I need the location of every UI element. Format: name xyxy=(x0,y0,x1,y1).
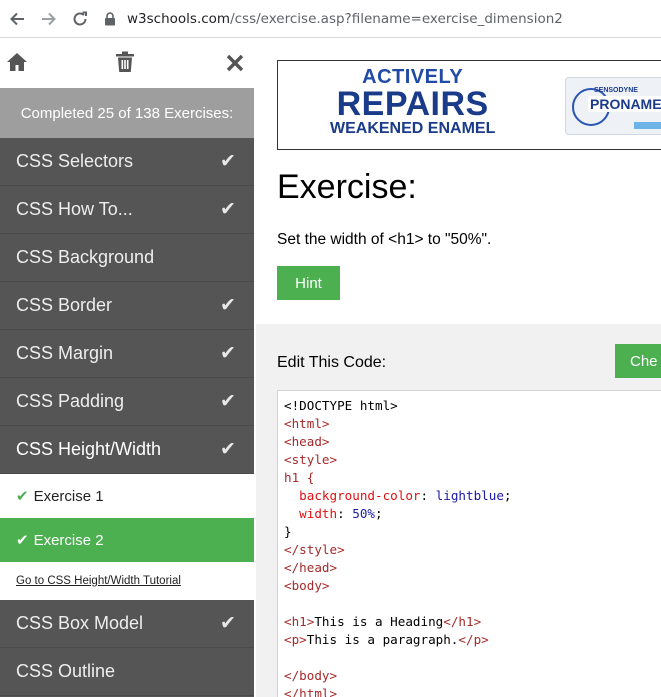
ad-brand: SENSODYNE xyxy=(594,87,638,94)
code-section: Edit This Code: Che <!DOCTYPE html> <html… xyxy=(256,324,661,697)
ad-product-tag xyxy=(634,122,661,129)
checkmark-icon: ✔ xyxy=(16,488,29,505)
checkmark-icon: ✔ xyxy=(220,343,236,364)
exercise-sidebar: Completed 25 of 138 Exercises: CSS Selec… xyxy=(0,38,254,697)
sub-item-exercise-1[interactable]: ✔ Exercise 1 xyxy=(0,474,254,518)
reload-icon[interactable] xyxy=(68,7,92,31)
advertisement-banner[interactable]: ACTIVELY REPAIRS WEAKENED ENAMEL SENSODY… xyxy=(277,60,661,150)
menu-item-css-background[interactable]: CSS Background xyxy=(0,234,254,282)
checkmark-icon: ✔ xyxy=(220,295,236,316)
completion-status: Completed 25 of 138 Exercises: xyxy=(0,88,254,138)
ad-line-1: ACTIVELY xyxy=(362,66,464,88)
edit-code-label: Edit This Code: xyxy=(277,354,387,371)
main-content: ACTIVELY REPAIRS WEAKENED ENAMEL SENSODY… xyxy=(256,38,661,697)
code-line: </head> xyxy=(284,560,338,575)
menu-item-label: CSS Selectors xyxy=(16,151,134,171)
sub-item-label: Exercise 2 xyxy=(33,531,104,549)
code-line: </style> xyxy=(284,542,345,557)
checkmark-icon: ✔ xyxy=(220,199,236,220)
hint-button[interactable]: Hint xyxy=(277,266,340,300)
page-title: Exercise: xyxy=(277,168,417,206)
sidebar-toolbar xyxy=(0,38,254,88)
home-icon[interactable] xyxy=(6,51,28,77)
code-line: <body> xyxy=(284,578,330,593)
menu-item-css-how-to[interactable]: CSS How To... ✔ xyxy=(0,186,254,234)
browser-toolbar: w3schools.com/css/exercise.asp?filename=… xyxy=(0,0,661,38)
code-line: width: 50%; xyxy=(299,506,383,521)
menu-item-css-height-width[interactable]: CSS Height/Width ✔ xyxy=(0,426,254,474)
code-line: </body> xyxy=(284,668,338,683)
menu-item-label: CSS Box Model xyxy=(16,613,144,633)
menu-item-css-padding[interactable]: CSS Padding ✔ xyxy=(0,378,254,426)
close-icon[interactable] xyxy=(225,51,245,77)
code-line: h1 { xyxy=(284,470,315,485)
trash-icon[interactable] xyxy=(115,51,135,77)
menu-item-label: CSS Padding xyxy=(16,391,125,411)
code-editor[interactable]: <!DOCTYPE html> <html> <head> <style> h1 { b… xyxy=(277,390,661,697)
code-line: <p>This is a paragraph.</p> xyxy=(284,632,489,647)
sub-item-label: Exercise 1 xyxy=(33,487,104,505)
forward-arrow-icon[interactable] xyxy=(37,7,61,31)
checkmark-icon: ✔ xyxy=(16,532,29,549)
code-line: background-color: lightblue; xyxy=(299,488,512,503)
tutorial-link[interactable]: Go to CSS Height/Width Tutorial xyxy=(0,562,254,600)
exercise-instruction: Set the width of <h1> to "50%". xyxy=(277,231,492,248)
sub-item-exercise-2[interactable]: ✔ Exercise 2 xyxy=(0,518,254,562)
code-line: } xyxy=(284,524,292,539)
ad-line-2: REPAIRS xyxy=(336,85,489,123)
checkmark-icon: ✔ xyxy=(220,439,236,460)
menu-item-label: CSS Background xyxy=(16,247,155,267)
checkmark-icon: ✔ xyxy=(220,613,236,634)
back-arrow-icon[interactable] xyxy=(5,7,29,31)
address-bar[interactable]: w3schools.com/css/exercise.asp?filename=… xyxy=(104,0,563,38)
menu-item-css-border[interactable]: CSS Border ✔ xyxy=(0,282,254,330)
ad-product-name: PRONAMEL xyxy=(588,96,661,112)
ad-line-3: WEAKENED ENAMEL xyxy=(330,120,496,137)
menu-item-css-outline[interactable]: CSS Outline xyxy=(0,648,254,696)
menu-item-label: CSS How To... xyxy=(16,199,133,219)
menu-item-label: CSS Margin xyxy=(16,343,114,363)
code-line: <style> xyxy=(284,452,338,467)
url-path: /css/exercise.asp?filename=exercise_dime… xyxy=(230,10,563,27)
code-line: <h1>This is a Heading</h1> xyxy=(284,614,482,629)
lock-icon xyxy=(104,11,118,26)
menu-item-label: CSS Border xyxy=(16,295,113,315)
check-answer-button[interactable]: Che xyxy=(615,344,661,378)
ad-headline: ACTIVELY REPAIRS WEAKENED ENAMEL xyxy=(330,67,495,137)
menu-item-label: CSS Outline xyxy=(16,661,116,681)
ad-product-image: SENSODYNE PRONAMEL xyxy=(565,77,661,135)
code-line: </html> xyxy=(284,686,338,697)
menu-item-css-margin[interactable]: CSS Margin ✔ xyxy=(0,330,254,378)
menu-item-css-box-model[interactable]: CSS Box Model ✔ xyxy=(0,600,254,648)
menu-item-label: CSS Height/Width xyxy=(16,439,162,459)
code-line: <html> xyxy=(284,416,330,431)
code-line: <head> xyxy=(284,434,330,449)
menu-item-css-selectors[interactable]: CSS Selectors ✔ xyxy=(0,138,254,186)
checkmark-icon: ✔ xyxy=(220,151,236,172)
code-line: <!DOCTYPE html> xyxy=(284,398,398,413)
checkmark-icon: ✔ xyxy=(220,391,236,412)
url-host: w3schools.com xyxy=(127,10,231,27)
